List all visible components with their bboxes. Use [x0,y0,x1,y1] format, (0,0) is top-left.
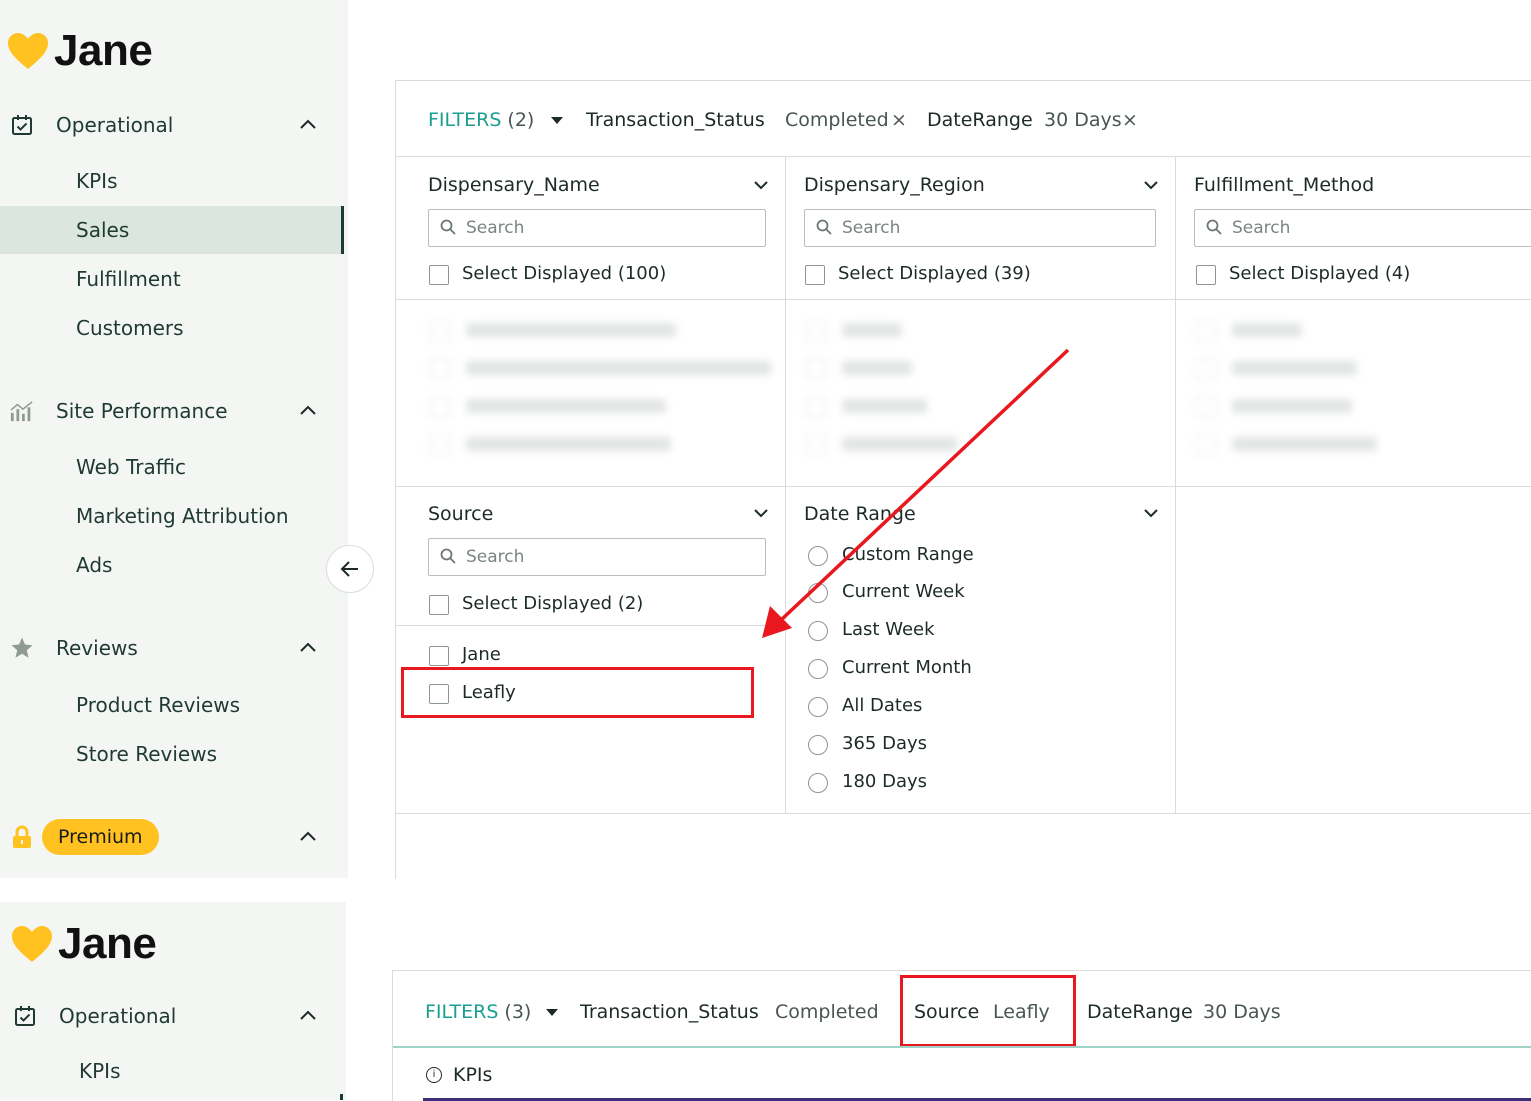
filter-chip-name: Source [914,1001,980,1023]
section-label: Operational [59,1004,177,1028]
brand-logo[interactable]: Jane [10,919,157,969]
filter-chip-value: 30 Days [1203,1001,1281,1023]
filter-chip-value: Leafly [993,1001,1050,1023]
brand-name: Jane [58,919,157,968]
filter-chip-value: Completed [775,1001,879,1023]
filters-panel: FILTERS (3) Transaction_Status Completed… [392,970,1531,1101]
filter-chip-name: DateRange [1087,1001,1193,1023]
section-title: KPIs [453,1064,493,1086]
active-indicator [340,1094,343,1100]
sidebar-item-kpis[interactable]: KPIs [0,1047,344,1095]
divider [393,1046,1531,1048]
chevron-up-icon[interactable] [298,1006,318,1026]
calendar-check-icon [13,1004,37,1028]
sidebar: Jane Operational KPIs [0,902,346,1100]
caret-down-icon[interactable] [546,1009,558,1017]
filter-chip-name: Transaction_Status [580,1001,759,1023]
info-icon: i [426,1067,442,1083]
heart-icon [12,926,52,962]
filters-label: FILTERS [425,1001,499,1023]
section-operational[interactable]: Operational [0,996,340,1036]
nav-label: KPIs [79,1059,121,1083]
filters-toggle[interactable]: FILTERS (3) [425,1001,531,1023]
filters-count: (3) [504,1001,532,1023]
